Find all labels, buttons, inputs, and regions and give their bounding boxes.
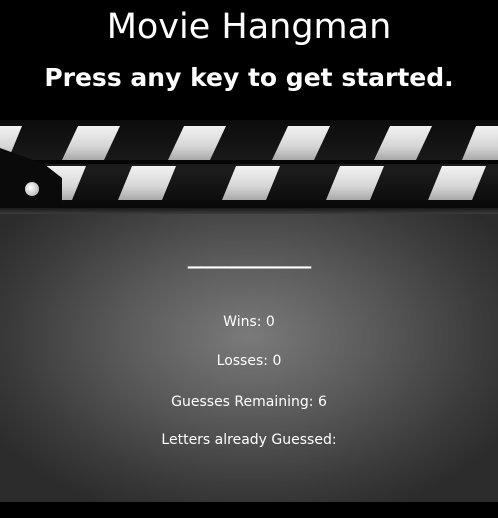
- guesses-remaining-label: Guesses Remaining:: [171, 394, 314, 410]
- wins-label: Wins:: [223, 314, 262, 330]
- board-body: __________ Wins: 0 Losses: 0 Guesses Rem…: [0, 208, 498, 502]
- losses-value: 0: [272, 353, 282, 369]
- game-panel: __________ Wins: 0 Losses: 0 Guesses Rem…: [0, 208, 498, 502]
- hinge-pin-icon: [25, 182, 39, 196]
- letters-guessed-label: Letters already Guessed:: [161, 432, 337, 448]
- letters-guessed-stat: Letters already Guessed:: [0, 430, 498, 450]
- page-title: Movie Hangman: [106, 7, 392, 47]
- word-display: __________: [187, 244, 311, 269]
- losses-label: Losses:: [216, 353, 268, 369]
- wins-value: 0: [265, 314, 275, 330]
- wins-stat: Wins: 0: [0, 312, 498, 332]
- page-header: Movie Hangman Press any key to get start…: [0, 0, 498, 120]
- guesses-remaining-stat: Guesses Remaining: 6: [0, 392, 498, 412]
- losses-stat: Losses: 0: [0, 351, 498, 371]
- page-subtitle: Press any key to get started.: [44, 63, 454, 92]
- guesses-remaining-value: 6: [317, 394, 327, 410]
- clapperboard: __________ Wins: 0 Losses: 0 Guesses Rem…: [0, 120, 498, 502]
- clapper-stick: [0, 120, 498, 210]
